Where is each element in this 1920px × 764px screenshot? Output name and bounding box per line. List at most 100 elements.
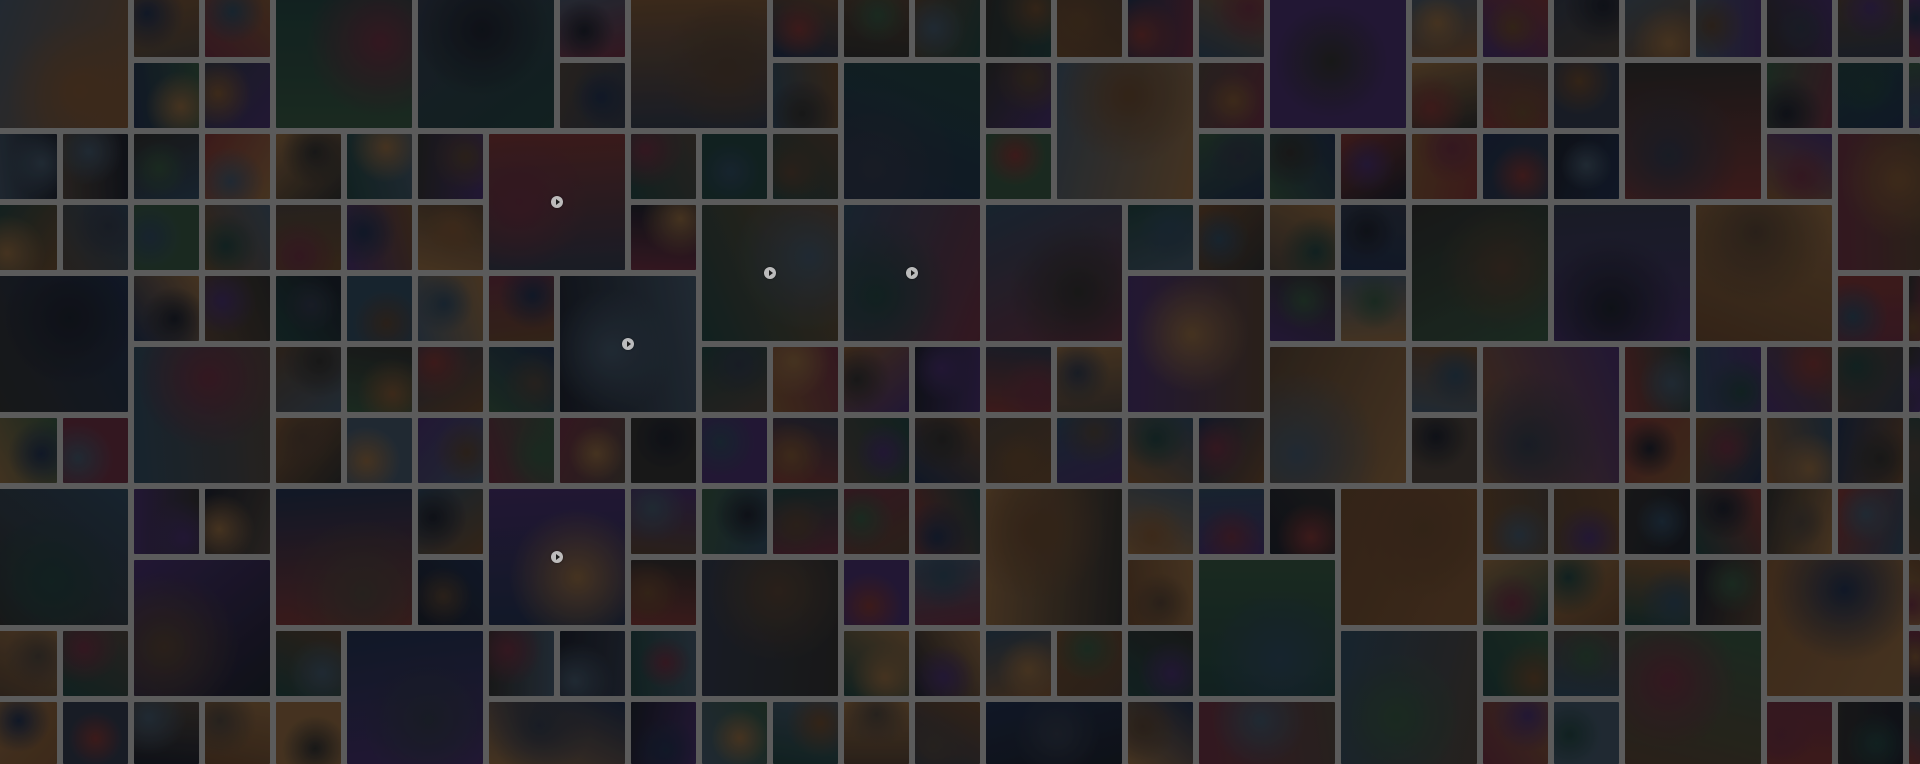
tile-shade [1057,631,1122,696]
tile-shade [1625,560,1690,625]
tile-shade [1057,418,1122,483]
photo-tile [915,0,980,57]
photo-tile [1767,0,1832,57]
photo-tile [1057,0,1122,57]
tile-shade [418,134,483,199]
photo-tile [1199,489,1264,554]
photo-tile [1909,702,1920,764]
photo-tile [773,489,838,554]
tile-shade [276,631,341,696]
tile-shade [560,418,625,483]
tile-shade [347,347,412,412]
photo-tile [0,418,57,483]
photo-tile [986,631,1051,696]
tile-shade [1199,205,1264,270]
photo-tile [915,347,980,412]
photo-tile [915,702,980,764]
photo-tile [0,702,57,764]
photo-tile [773,347,838,412]
play-icon [551,196,563,208]
tile-shade [205,205,270,270]
photo-tile [347,631,483,764]
photo-mosaic [0,0,1920,764]
photo-tile [347,276,412,341]
tile-shade [418,276,483,341]
tile-shade [631,134,696,199]
photo-tile [418,205,483,270]
photo-tile [1554,0,1619,57]
photo-tile [1341,134,1406,199]
photo-tile [1838,347,1903,412]
tile-shade [1483,702,1548,764]
tile-shade [1554,702,1619,764]
tile-shade [1270,205,1335,270]
photo-tile [844,0,909,57]
tile-shade [1767,0,1832,57]
tile-shade [1909,560,1920,625]
photo-tile [1199,702,1335,764]
photo-tile [1909,418,1920,554]
photo-tile [1128,418,1193,483]
photo-tile [1057,418,1122,483]
tile-shade [631,0,767,128]
tile-shade [986,63,1051,128]
photo-tile [986,489,1122,625]
photo-tile [63,134,128,199]
play-icon [551,551,563,563]
tile-shade [1767,418,1832,483]
tile-shade [631,560,696,625]
photo-tile [986,702,1122,764]
tile-shade [1625,347,1690,412]
photo-tile [1199,560,1335,696]
tile-shade [205,0,270,57]
photo-tile [844,63,980,199]
photo-tile [1412,418,1477,483]
tile-shade [1696,0,1761,57]
photo-tile [134,0,199,57]
photo-tile [1412,0,1477,57]
photo-tile [276,418,341,483]
photo-tile [134,560,270,696]
photo-tile [205,134,270,199]
photo-tile [1554,702,1619,764]
tile-shade [844,63,980,199]
photo-tile [631,702,696,764]
tile-shade [1128,702,1193,764]
tile-shade [1270,347,1406,483]
photo-tile [276,205,341,270]
photo-tile [702,418,767,483]
photo-tile [1128,205,1193,270]
photo-tile [1625,418,1690,483]
photo-tile [844,560,909,625]
tile-shade [276,489,412,625]
tile-shade [1767,560,1903,696]
tile-shade [0,276,128,412]
tile-shade [702,418,767,483]
photo-tile [702,560,838,696]
photo-tile [1341,276,1406,341]
photo-tile [1625,0,1690,57]
tile-shade [1483,489,1548,554]
tile-shade [1554,63,1619,128]
photo-tile [1838,0,1903,57]
photo-tile [1270,276,1335,341]
tile-shade [844,0,909,57]
photo-tile [1767,702,1832,764]
photo-tile [1270,205,1335,270]
photo-tile [134,276,199,341]
photo-tile [702,205,838,341]
tile-shade [560,0,625,57]
tile-shade [702,347,767,412]
photo-tile [1128,702,1193,764]
photo-tile [915,631,980,696]
photo-tile [1838,489,1903,554]
photo-tile [1057,63,1193,199]
tile-shade [915,560,980,625]
tile-shade [986,0,1051,57]
tile-shade [205,63,270,128]
photo-tile [1554,134,1619,199]
photo-tile [1128,631,1193,696]
tile-shade [773,702,838,764]
photo-tile [276,276,341,341]
tile-shade [1838,489,1903,554]
